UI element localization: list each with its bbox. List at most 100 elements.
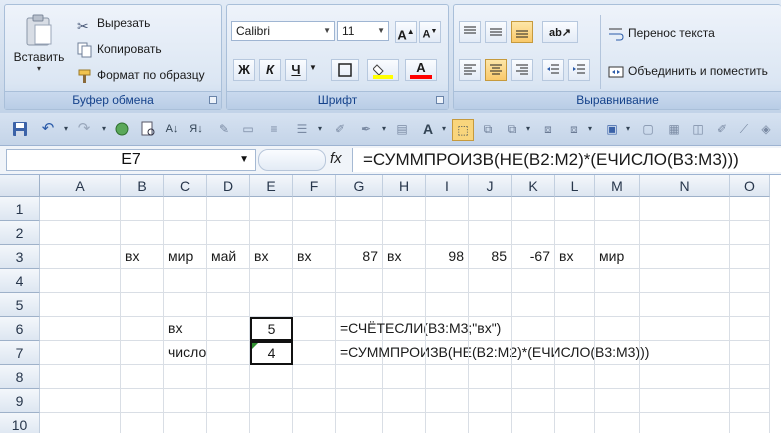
insert-function-icon[interactable]: fx (330, 150, 342, 167)
send-backward-icon[interactable]: ⧈ (566, 121, 582, 137)
font-color-button[interactable]: A (405, 59, 437, 81)
name-box[interactable]: E7 ▼ (6, 149, 256, 171)
cell-D2[interactable] (207, 221, 250, 245)
cell-O8[interactable] (730, 365, 770, 389)
format-painter-button[interactable]: Формат по образцу (77, 65, 205, 85)
cell-F10[interactable] (293, 413, 336, 433)
underline-dropdown-icon[interactable]: ▼ (309, 63, 317, 72)
cell-G4[interactable] (336, 269, 383, 293)
cell-K10[interactable] (512, 413, 555, 433)
bold-button[interactable]: Ж (233, 59, 255, 81)
line-color-icon[interactable]: ✒ (358, 121, 374, 137)
cell-E3[interactable]: вх (250, 245, 293, 269)
line-tool-icon[interactable]: ⟋ (736, 121, 752, 137)
cell-M2[interactable] (595, 221, 640, 245)
cell-O5[interactable] (730, 293, 770, 317)
cell-C5[interactable] (164, 293, 207, 317)
cell-G9[interactable] (336, 389, 383, 413)
cell-M10[interactable] (595, 413, 640, 433)
cell-B7[interactable] (121, 341, 164, 365)
cell-K1[interactable] (512, 197, 555, 221)
cell-M7[interactable] (595, 341, 640, 365)
cell-N10[interactable] (640, 413, 730, 433)
column-header-M[interactable]: M (595, 175, 640, 197)
cell-E8[interactable] (250, 365, 293, 389)
cell-M6[interactable] (595, 317, 640, 341)
merge-center-button[interactable]: Объединить и поместить (608, 61, 768, 81)
cell-C8[interactable] (164, 365, 207, 389)
cell-J4[interactable] (469, 269, 512, 293)
cell-C2[interactable] (164, 221, 207, 245)
row-header-5[interactable]: 5 (0, 293, 40, 317)
cell-N4[interactable] (640, 269, 730, 293)
ungroup-icon[interactable]: ⧉ (504, 121, 520, 137)
cut-button[interactable]: ✂ Вырезать (77, 13, 150, 34)
cell-H8[interactable] (383, 365, 426, 389)
cell-I5[interactable] (426, 293, 469, 317)
cell-D5[interactable] (207, 293, 250, 317)
bring-forward-icon[interactable]: ⧈ (540, 121, 556, 137)
cell-J8[interactable] (469, 365, 512, 389)
grow-font-button[interactable]: A▲ (395, 21, 417, 43)
cell-D8[interactable] (207, 365, 250, 389)
font-launcher-icon[interactable] (436, 96, 444, 104)
cell-D1[interactable] (207, 197, 250, 221)
cell-D10[interactable] (207, 413, 250, 433)
paste-dropdown-icon[interactable]: ▾ (13, 64, 65, 73)
cell-L2[interactable] (555, 221, 595, 245)
paste-button[interactable]: Вставить ▾ (13, 13, 65, 85)
cell-B5[interactable] (121, 293, 164, 317)
cell-I9[interactable] (426, 389, 469, 413)
cell-K3[interactable]: -67 (512, 245, 555, 269)
cell-K6[interactable] (512, 317, 555, 341)
draw-icon[interactable]: ✐ (332, 121, 348, 137)
cell-B4[interactable] (121, 269, 164, 293)
chevron-down-icon[interactable]: ▼ (239, 150, 249, 170)
cell-H9[interactable] (383, 389, 426, 413)
cell-F4[interactable] (293, 269, 336, 293)
line-style-icon[interactable]: ≡ (266, 121, 282, 137)
underline-button[interactable]: Ч (285, 59, 307, 81)
undo-dropdown-icon[interactable]: ▾ (58, 121, 74, 137)
undo-icon[interactable]: ↶ (40, 121, 56, 137)
font-style-icon[interactable]: A (420, 121, 436, 137)
cell-D3[interactable]: май (207, 245, 250, 269)
column-header-N[interactable]: N (640, 175, 730, 197)
font-size-combo[interactable]: 11 ▼ (337, 21, 389, 41)
cell-E6[interactable]: 5 (250, 317, 293, 341)
cell-N2[interactable] (640, 221, 730, 245)
row-header-1[interactable]: 1 (0, 197, 40, 221)
wrap-text-button[interactable]: Перенос текста (608, 23, 715, 43)
cell-M1[interactable] (595, 197, 640, 221)
cell-A8[interactable] (40, 365, 121, 389)
font-name-combo[interactable]: Calibri ▼ (231, 21, 335, 41)
cell-D9[interactable] (207, 389, 250, 413)
redo-dropdown-icon[interactable]: ▾ (96, 121, 112, 137)
cell-G10[interactable] (336, 413, 383, 433)
cell-N9[interactable] (640, 389, 730, 413)
column-header-F[interactable]: F (293, 175, 336, 197)
eraser-icon[interactable]: ▭ (240, 121, 256, 137)
cell-H7[interactable] (383, 341, 426, 365)
cell-L6[interactable] (555, 317, 595, 341)
chart-icon[interactable]: ▦ (666, 121, 682, 137)
cell-J7[interactable] (469, 341, 512, 365)
cell-J1[interactable] (469, 197, 512, 221)
cell-I3[interactable]: 98 (426, 245, 469, 269)
cell-N6[interactable] (640, 317, 730, 341)
cell-H6[interactable] (383, 317, 426, 341)
cell-I10[interactable] (426, 413, 469, 433)
group-icon[interactable]: ⧉ (480, 121, 496, 137)
brush-tool-icon[interactable]: ✐ (714, 121, 730, 137)
cell-O9[interactable] (730, 389, 770, 413)
cell-L5[interactable] (555, 293, 595, 317)
align-middle-button[interactable] (485, 21, 507, 43)
clipboard-launcher-icon[interactable] (209, 96, 217, 104)
cell-K2[interactable] (512, 221, 555, 245)
cell-L7[interactable] (555, 341, 595, 365)
cell-N3[interactable] (640, 245, 730, 269)
cell-G1[interactable] (336, 197, 383, 221)
cell-B2[interactable] (121, 221, 164, 245)
cell-O3[interactable] (730, 245, 770, 269)
cell-A4[interactable] (40, 269, 121, 293)
